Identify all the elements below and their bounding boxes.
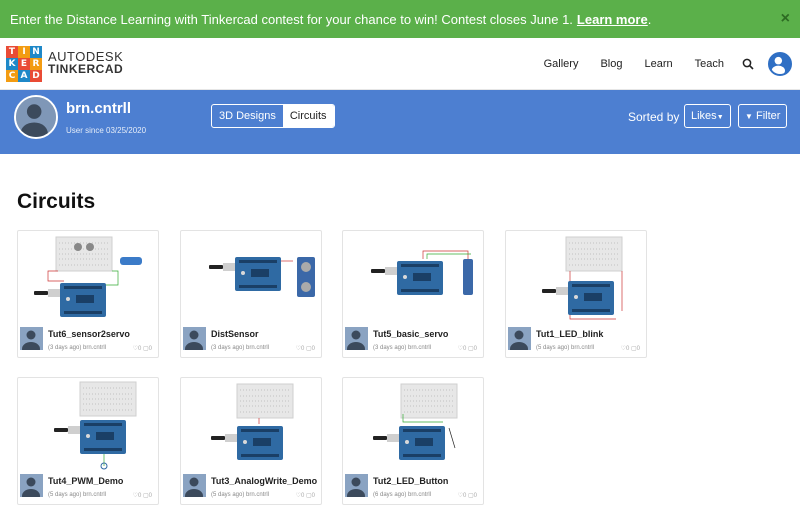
sort-dropdown[interactable]: Likes▼ — [684, 104, 731, 128]
card-title[interactable]: Tut2_LED_Button — [373, 476, 448, 486]
filter-button[interactable]: ▼ Filter — [738, 104, 788, 128]
circuit-thumbnail — [209, 257, 315, 297]
filter-label: Filter — [755, 110, 781, 122]
card-stats: ♡0 ▢0 — [296, 345, 315, 352]
banner-text: Enter the Distance Learning with Tinkerc… — [10, 11, 573, 27]
comments-count: 0 — [473, 493, 477, 499]
likes-count: 0 — [137, 346, 142, 352]
card-stats: ♡0 ▢0 — [621, 345, 640, 352]
card-meta: (3 days ago) brn.cntrll — [48, 345, 107, 351]
comments-count: 0 — [311, 493, 315, 499]
card-title[interactable]: Tut1_LED_blink — [536, 329, 603, 339]
learn-more-link[interactable]: Learn more — [577, 12, 648, 27]
logo-letter: D — [30, 70, 42, 82]
sort-value: Likes — [691, 110, 717, 122]
likes-count: 0 — [300, 493, 305, 499]
tab-circuits[interactable]: Circuits — [282, 105, 334, 127]
page-title: Circuits — [17, 190, 96, 213]
card-stats: ♡0 ▢0 — [458, 345, 477, 352]
filter-icon: ▼ — [745, 112, 753, 121]
card-meta: (5 days ago) brn.cntrll — [211, 492, 270, 498]
comments-count: 0 — [311, 346, 315, 352]
logo-letter: R — [30, 58, 42, 70]
circuit-thumbnail — [371, 250, 473, 295]
circuit-card[interactable]: Tut5_basic_servo (3 days ago) brn.cntrll… — [342, 230, 484, 358]
nav-links: Gallery Blog Learn Teach — [522, 58, 724, 70]
likes-count: 0 — [625, 346, 630, 352]
circuit-card[interactable]: Tut6_sensor2servo (3 days ago) brn.cntrl… — [17, 230, 159, 358]
circuit-card[interactable]: Tut4_PWM_Demo (5 days ago) brn.cntrll ♡0… — [17, 377, 159, 505]
nav-gallery[interactable]: Gallery — [544, 58, 579, 70]
logo-letter: E — [18, 58, 30, 70]
card-meta: (6 days ago) brn.cntrll — [373, 492, 432, 498]
member-since: User since 03/25/2020 — [66, 126, 147, 135]
circuit-thumbnail — [373, 383, 458, 460]
comments-count: 0 — [473, 346, 477, 352]
card-meta: (3 days ago) brn.cntrll — [373, 345, 432, 351]
circuit-card[interactable]: DistSensor (3 days ago) brn.cntrll ♡0 ▢0 — [180, 230, 322, 358]
logo-letter: C — [6, 70, 18, 82]
promo-banner: Enter the Distance Learning with Tinkerc… — [0, 0, 800, 38]
search-icon[interactable] — [742, 58, 754, 70]
card-title[interactable]: Tut4_PWM_Demo — [48, 476, 123, 486]
comments-count: 0 — [148, 346, 152, 352]
author-avatar — [20, 327, 43, 350]
sorted-by-label: Sorted by — [628, 110, 680, 124]
logo-letter: A — [18, 70, 30, 82]
likes-count: 0 — [462, 346, 467, 352]
circuit-thumbnail — [34, 236, 142, 317]
author-avatar — [183, 327, 206, 350]
caret-down-icon: ▼ — [716, 114, 724, 121]
logo-letter: K — [6, 58, 18, 70]
card-meta: (5 days ago) brn.cntrll — [536, 345, 595, 351]
circuit-thumbnail — [54, 381, 137, 470]
likes-count: 0 — [300, 346, 305, 352]
circuit-thumbnail — [211, 383, 294, 460]
nav-learn[interactable]: Learn — [645, 58, 673, 70]
card-title[interactable]: DistSensor — [211, 329, 259, 339]
circuit-card[interactable]: Tut1_LED_blink (5 days ago) brn.cntrll ♡… — [505, 230, 647, 358]
user-avatar — [14, 95, 58, 139]
likes-count: 0 — [462, 493, 467, 499]
card-stats: ♡0 ▢0 — [133, 492, 152, 499]
tinkercad-logo[interactable]: T I N K E R C A D — [6, 46, 42, 82]
brand-line-tinkercad: TINKERCAD — [48, 62, 124, 76]
banner-period: . — [647, 11, 652, 27]
comments-count: 0 — [148, 493, 152, 499]
tab-3d-designs[interactable]: 3D Designs — [212, 105, 283, 127]
circuit-card[interactable]: Tut3_AnalogWrite_Demo (5 days ago) brn.c… — [180, 377, 322, 505]
author-avatar — [345, 474, 368, 497]
card-title[interactable]: Tut6_sensor2servo — [48, 329, 130, 339]
username[interactable]: brn.cntrll — [66, 100, 131, 117]
likes-count: 0 — [137, 493, 142, 499]
logo-letter: N — [30, 46, 42, 58]
logo-letter: I — [18, 46, 30, 58]
top-navigation: T I N K E R C A D AUTODESK TINKERCAD Gal… — [0, 38, 800, 90]
nav-teach[interactable]: Teach — [695, 58, 724, 70]
card-stats: ♡0 ▢0 — [458, 492, 477, 499]
author-avatar — [20, 474, 43, 497]
card-meta: (5 days ago) brn.cntrll — [48, 492, 107, 498]
card-stats: ♡0 ▢0 — [133, 345, 152, 352]
card-title[interactable]: Tut3_AnalogWrite_Demo — [211, 476, 317, 486]
comments-count: 0 — [636, 346, 640, 352]
card-meta: (3 days ago) brn.cntrll — [211, 345, 270, 351]
author-avatar — [345, 327, 368, 350]
design-type-tabs: 3D Designs Circuits — [211, 104, 335, 128]
circuit-card[interactable]: Tut2_LED_Button (6 days ago) brn.cntrll … — [342, 377, 484, 505]
nav-blog[interactable]: Blog — [600, 58, 622, 70]
brand-wordmark: AUTODESK TINKERCAD — [48, 50, 123, 76]
author-avatar — [508, 327, 531, 350]
circuit-thumbnail — [542, 236, 623, 320]
card-title[interactable]: Tut5_basic_servo — [373, 329, 448, 339]
close-banner-icon[interactable]: × — [781, 10, 790, 28]
author-avatar — [183, 474, 206, 497]
profile-header: brn.cntrll User since 03/25/2020 3D Desi… — [0, 90, 800, 154]
account-avatar-icon[interactable] — [768, 52, 792, 76]
logo-letter: T — [6, 46, 18, 58]
card-stats: ♡0 ▢0 — [296, 492, 315, 499]
